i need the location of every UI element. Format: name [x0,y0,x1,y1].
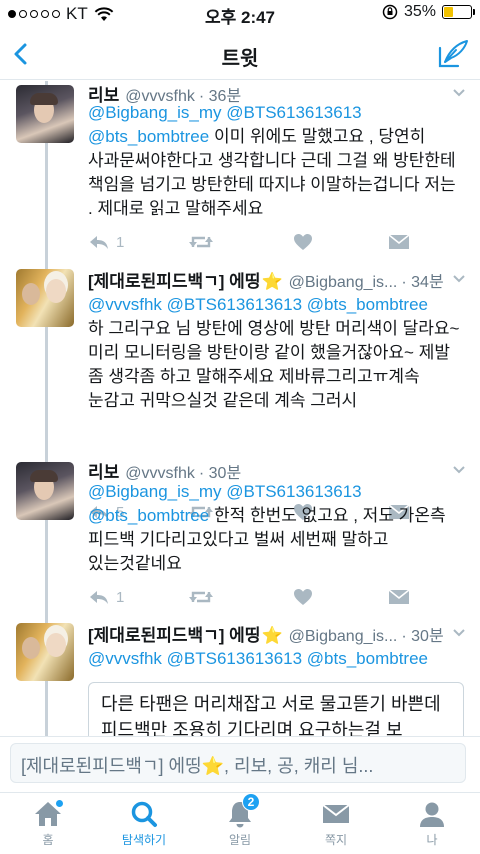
quoted-tweet-text: 다른 타팬은 머리채잡고 서로 물고뜯기 바쁜데 피드백만 조용히 기다리며 요… [101,694,441,736]
heart-icon [294,234,312,250]
author-handle: @Bigbang_is... [288,274,398,291]
battery-icon [442,5,475,19]
chevron-down-icon[interactable] [452,463,466,477]
tab-label: 탐색하기 [121,833,167,847]
navigation-bar: 트윗 [0,28,480,80]
tab-label: 알림 [228,833,252,847]
reply-count: 1 [116,588,125,606]
like-button[interactable] [293,231,313,253]
new-content-dot [55,799,64,808]
status-bar: KT 오후 2:47 35% [0,0,480,28]
mention-links[interactable]: @vvvsfhk @BTS613613613 @bts_bombtree [88,649,428,668]
chevron-down-icon[interactable] [452,626,466,640]
compose-tweet-button[interactable] [436,38,470,70]
tweet-body: @Bigbang_is_my @BTS613613613 @bts_bombtr… [88,101,464,221]
orientation-lock-icon [382,4,398,20]
tweet-text: 하 그리구요 님 방탄에 영상에 방탄 머리색이 달라요~ 미리 모니터링을 방… [88,319,460,410]
reply-button[interactable]: 1 [88,231,124,253]
reply-input[interactable]: [제대로된피드백ㄱ] 에띵⭐, 리보, 공, 캐리 님... [10,743,466,783]
star-emoji-icon: ⭐ [261,626,283,645]
chevron-down-icon[interactable] [452,86,466,100]
tweet-body: @vvvsfhk @BTS613613613 @bts_bombtree [88,647,464,671]
quoted-tweet-card[interactable]: 다른 타팬은 머리채잡고 서로 물고뜯기 바쁜데 피드백만 조용히 기다리며 요… [88,682,464,736]
tweet-body: @vvvsfhk @BTS613613613 @bts_bombtree 하 그… [88,293,464,413]
mention-link[interactable]: @bts_bombtree [88,506,209,525]
reply-icon [90,591,108,604]
retweet-icon [189,236,213,248]
tab-profile[interactable]: 나 [384,799,480,854]
tab-notifications[interactable]: 2 알림 [192,793,288,854]
mail-icon [320,799,352,829]
tweet-header: [제대로된피드백ㄱ] 에띵 ⭐ @Bigbang_is... · 34분 [88,267,466,292]
avatar[interactable] [16,85,74,143]
tweet-time: · 30분 [401,628,444,645]
battery-area: 35% [382,3,475,21]
retweet-icon [189,591,213,603]
avatar[interactable] [16,623,74,681]
tweet-actions: 1 [88,586,428,608]
tab-label: 쪽지 [324,833,348,847]
mention-links[interactable]: @Bigbang_is_my @BTS613613613 [88,482,362,501]
battery-percent: 35% [403,3,436,20]
profile-icon [416,799,448,829]
reply-composer-bar: [제대로된피드백ㄱ] 에띵⭐, 리보, 공, 캐리 님... [0,736,480,792]
mention-links[interactable]: @Bigbang_is_my @BTS613613613 [88,103,362,122]
envelope-icon [388,234,410,249]
direct-message-button[interactable] [388,586,410,608]
bottom-tab-bar: 홈 탐색하기 2 알림 쪽지 나 [0,792,480,854]
home-icon [32,799,64,829]
like-button[interactable] [293,586,313,608]
mention-links[interactable]: @vvvsfhk @BTS613613613 @bts_bombtree [88,295,428,314]
direct-message-button[interactable] [388,231,410,253]
reply-count: 1 [116,233,125,251]
tab-label: 홈 [42,833,54,847]
chevron-down-icon[interactable] [452,272,466,286]
heart-icon [294,589,312,605]
avatar[interactable] [16,462,74,520]
author-name[interactable]: [제대로된피드백ㄱ] 에띵 [88,267,260,292]
tab-messages[interactable]: 쪽지 [288,799,384,854]
tab-home[interactable]: 홈 [0,799,96,854]
search-icon [128,799,160,829]
tab-label: 나 [426,833,438,847]
tweet-header: [제대로된피드백ㄱ] 에띵 ⭐ @Bigbang_is... · 30분 [88,621,466,646]
reply-icon [90,236,108,249]
avatar[interactable] [16,269,74,327]
tab-search[interactable]: 탐색하기 [96,799,192,854]
envelope-icon [388,589,410,604]
page-title: 트윗 [221,48,259,70]
retweet-button[interactable] [188,231,214,253]
star-emoji-icon: ⭐ [261,272,283,291]
tweet-body: @Bigbang_is_my @BTS613613613 @bts_bombtr… [88,480,464,576]
notification-count-badge: 2 [242,793,260,811]
author-handle: @Bigbang_is... [288,628,398,645]
retweet-button[interactable] [188,586,214,608]
mention-link[interactable]: @bts_bombtree [88,127,209,146]
reply-button[interactable]: 1 [88,586,124,608]
tweet-actions: 1 [88,231,428,253]
author-name[interactable]: [제대로된피드백ㄱ] 에띵 [88,621,260,646]
conversation-timeline[interactable]: 리보 @vvvsfhk · 36분 @Bigbang_is_my @BTS613… [0,81,480,736]
tweet-time: · 34분 [401,274,444,291]
bell-icon: 2 [224,793,260,829]
